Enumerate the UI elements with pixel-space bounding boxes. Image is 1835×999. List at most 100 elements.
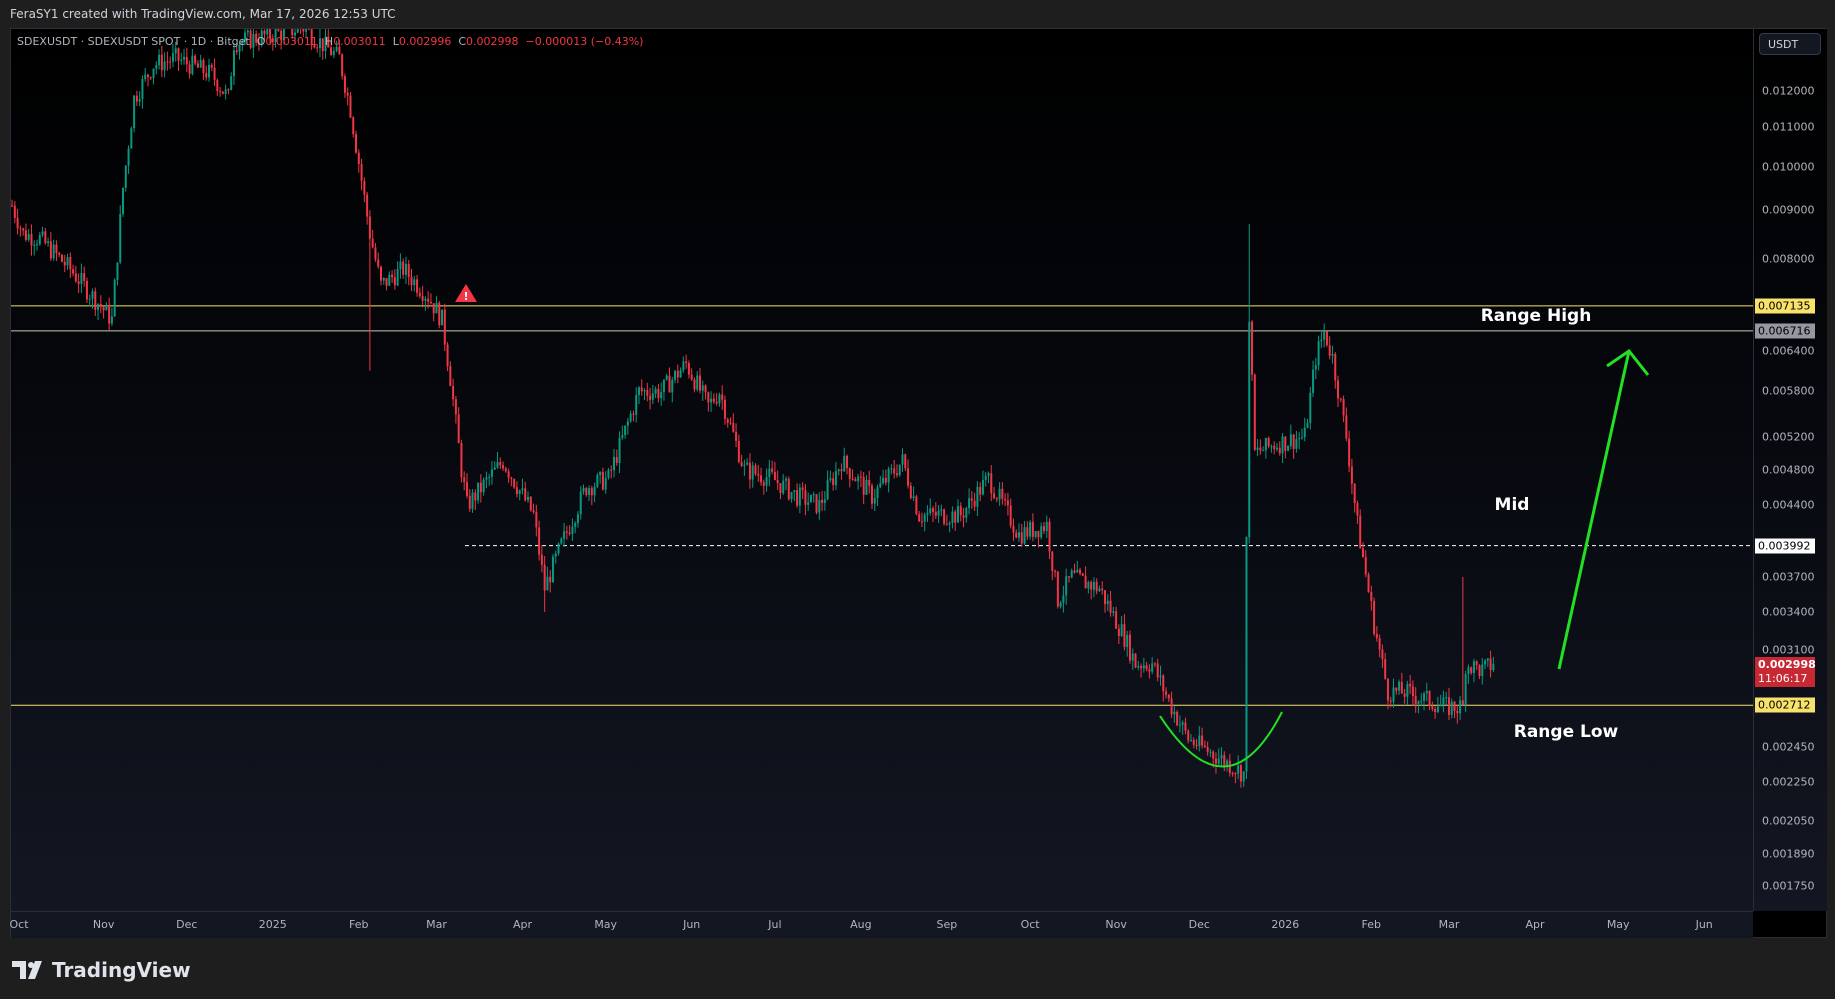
candle-up [1106, 600, 1109, 605]
candle-up [790, 491, 793, 500]
candle-up [1023, 527, 1026, 544]
candle-down [1109, 600, 1112, 613]
candle-down [804, 490, 807, 505]
candle-down [460, 443, 463, 478]
candle-down [194, 55, 197, 64]
candle-up [232, 50, 235, 77]
candle-down [1117, 628, 1120, 636]
candle-up [521, 488, 524, 491]
candle-up [1181, 722, 1184, 725]
candle-down [801, 487, 804, 491]
candle-down [74, 273, 77, 282]
candle-down [188, 64, 191, 74]
candle-up [593, 486, 596, 496]
candle-down [1470, 667, 1473, 673]
candle-down [1370, 591, 1373, 601]
candle-down [715, 401, 718, 404]
candle-down [1012, 525, 1015, 533]
candle-down [1192, 740, 1195, 745]
candle-up [654, 388, 657, 394]
candle-up [305, 29, 308, 32]
candle-down [1478, 665, 1481, 676]
chart-pane[interactable]: SDEXUSDT · SDEXUSDT SPOT · 1D · Bitget O… [11, 29, 1753, 911]
candle-up [718, 394, 721, 404]
symbol-name[interactable]: SDEXUSDT · SDEXUSDT SPOT · 1D · Bitget [17, 35, 250, 48]
candle-up [965, 507, 968, 518]
candle-up [155, 65, 158, 69]
candle-up [230, 76, 233, 91]
price-tick: 0.011000 [1762, 120, 1815, 134]
candle-up [1242, 771, 1245, 782]
candle-down [549, 576, 552, 583]
candle-down [787, 478, 790, 500]
candle-down [1292, 434, 1295, 449]
candle-down [776, 480, 779, 484]
close-label: C [458, 35, 467, 48]
candle-down [499, 461, 502, 466]
currency-button[interactable]: USDT [1759, 33, 1821, 55]
candle-down [44, 231, 47, 244]
candle-down [1328, 345, 1331, 356]
candle-down [213, 67, 216, 81]
candle-down [884, 477, 887, 483]
candle-up [635, 395, 638, 415]
candle-up [88, 298, 91, 300]
candle-down [1006, 500, 1009, 506]
time-axis[interactable]: Oct Nov Dec 2025 Feb Mar Apr May Jun Jul Aug Sep Oct… [9, 911, 1753, 938]
price-tick: 0.010000 [1762, 160, 1815, 174]
candle-down [1165, 691, 1168, 695]
candle-down [1167, 694, 1170, 699]
candle-down [1251, 321, 1254, 375]
candle-up [574, 523, 577, 527]
candle-down [1015, 532, 1018, 538]
candle-down [1453, 701, 1456, 711]
candle-up [984, 475, 987, 480]
candle-up [144, 74, 147, 79]
candle-up [171, 53, 174, 62]
candle-up [382, 278, 385, 281]
brand-name: TradingView [52, 958, 191, 982]
close-value: 0.002998 [466, 35, 519, 48]
candle-down [393, 277, 396, 286]
candle-down [832, 478, 835, 486]
candle-down [1115, 611, 1118, 629]
price-tick: 0.008000 [1762, 252, 1815, 266]
candle-up [865, 479, 868, 495]
candle-up [876, 487, 879, 498]
candle-up [1312, 369, 1315, 393]
candle-up [471, 492, 474, 509]
candle-down [1373, 600, 1376, 635]
price-axis[interactable]: 0.012000 0.011000 0.010000 0.009000 0.008000… [1753, 29, 1827, 911]
candle-up [1112, 611, 1115, 613]
candle-down [1259, 447, 1262, 451]
candle-down [945, 523, 948, 525]
candle-up [1142, 665, 1145, 669]
candle-down [854, 479, 857, 482]
candle-down [848, 468, 851, 479]
candle-down [815, 494, 818, 513]
candle-down [723, 399, 726, 420]
candle-down [851, 478, 854, 480]
bar-countdown: 11:06:17 [1758, 671, 1808, 685]
candle-down [11, 205, 14, 207]
candle-down [507, 471, 510, 478]
candle-up [158, 54, 161, 66]
candle-up [890, 468, 893, 470]
candle-up [97, 304, 100, 310]
candle-up [1281, 436, 1284, 454]
candle-up [1270, 445, 1273, 447]
candle-up [1198, 735, 1201, 747]
candle-up [1264, 437, 1267, 451]
price-tick: 0.012000 [1762, 84, 1815, 98]
price-tick: 0.001750 [1762, 879, 1815, 893]
candle-up [1217, 758, 1220, 764]
tradingview-logo[interactable]: TradingView [12, 958, 191, 982]
candle-down [1095, 581, 1098, 592]
candle-up [746, 462, 749, 465]
price-tick: 0.003400 [1762, 605, 1815, 619]
candle-down [457, 414, 460, 444]
candle-down [1187, 730, 1190, 741]
time-tick: Mar [426, 918, 447, 931]
candle-up [1314, 365, 1317, 370]
candle-down [846, 455, 849, 469]
